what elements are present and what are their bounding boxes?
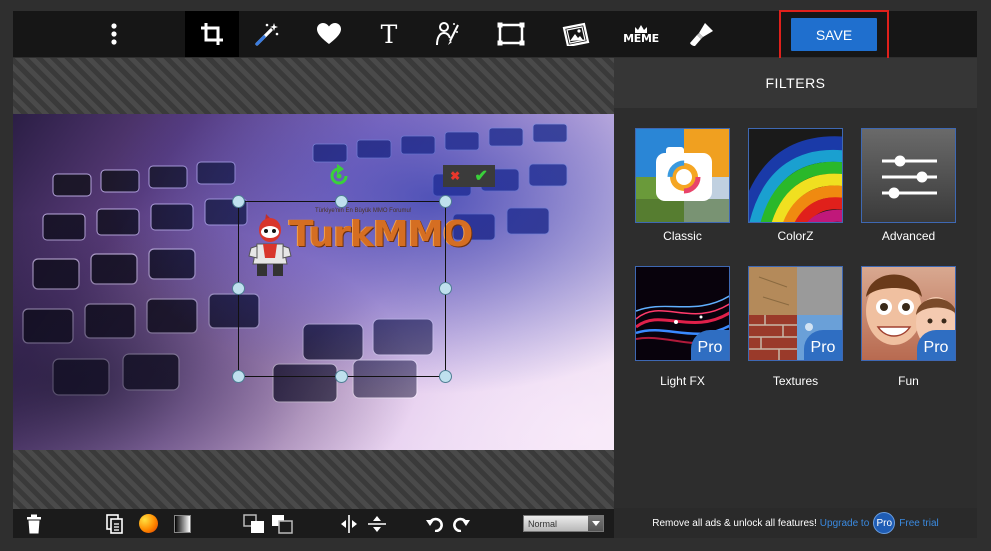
handle-top-left[interactable] [232, 195, 245, 208]
image-overlay-icon [562, 22, 590, 46]
delete-button[interactable] [25, 513, 43, 534]
filter-label-classic: Classic [663, 229, 702, 243]
undo-icon [426, 517, 443, 532]
free-trial-link[interactable]: Free trial [899, 518, 938, 529]
pro-badge: Pro [917, 330, 955, 360]
pro-badge: Pro [691, 330, 729, 360]
handle-middle-left[interactable] [232, 282, 245, 295]
handle-top-center[interactable] [335, 195, 348, 208]
meme-label: MEME [623, 32, 659, 45]
magic-tool-button[interactable] [240, 11, 294, 57]
handle-top-right[interactable] [439, 195, 452, 208]
crop-tool-button[interactable] [185, 11, 239, 57]
overlays-tool-button[interactable] [550, 11, 604, 57]
save-button[interactable]: SAVE [791, 18, 877, 51]
bring-front-icon [243, 513, 264, 533]
person-brush-icon [436, 22, 459, 46]
opacity-icon [173, 514, 191, 533]
vertical-dots-icon [111, 23, 117, 45]
meme-tool-button[interactable]: MEME [614, 11, 668, 57]
promo-text: Remove all ads & unlock all features! [652, 517, 817, 529]
filter-fun[interactable]: Pro [861, 266, 956, 361]
flip-vertical-button[interactable] [367, 513, 387, 534]
pro-badge: Pro [804, 330, 842, 360]
frame-icon [497, 22, 525, 46]
bring-front-button[interactable] [243, 513, 265, 534]
filter-classic[interactable] [635, 128, 730, 223]
blend-mode-select[interactable]: Normal [523, 515, 604, 532]
filter-colorz[interactable] [748, 128, 843, 223]
handle-bottom-right[interactable] [439, 370, 452, 383]
text-tool-button[interactable]: T [362, 11, 416, 57]
camera-icon [636, 129, 729, 222]
magic-wand-icon [255, 23, 279, 46]
cancel-icon[interactable]: ✖ [450, 169, 460, 183]
selection-actions: ✖ ✔ [443, 165, 495, 187]
handle-bottom-center[interactable] [335, 370, 348, 383]
filters-panel: FILTERS Classic ColorZ Advanced Pro Ligh… [614, 58, 977, 508]
duplicate-button[interactable] [105, 513, 125, 534]
upgrade-link[interactable]: Upgrade to [820, 518, 869, 529]
rotate-icon[interactable] [327, 164, 351, 188]
rainbow-swirl-icon [749, 136, 842, 222]
crop-icon [201, 23, 223, 45]
opacity-button[interactable] [172, 513, 192, 534]
send-back-icon [272, 514, 293, 534]
heart-icon [317, 23, 341, 44]
paint-brush-icon [690, 23, 713, 46]
meme-crown-icon: MEME [623, 24, 659, 44]
more-menu-button[interactable] [87, 11, 141, 57]
filter-advanced[interactable] [861, 128, 956, 223]
stickers-tool-button[interactable] [302, 11, 356, 57]
filter-label-textures: Textures [772, 374, 819, 388]
draw-tool-button[interactable] [421, 11, 475, 57]
trash-icon [27, 514, 41, 533]
send-back-button[interactable] [271, 513, 293, 534]
color-button[interactable] [137, 513, 159, 534]
confirm-icon[interactable]: ✔ [474, 166, 487, 186]
undo-button[interactable] [425, 513, 445, 534]
flip-horizontal-button[interactable] [339, 513, 359, 534]
pro-logo-icon[interactable]: Pro [873, 512, 896, 534]
save-highlight: SAVE [779, 10, 889, 61]
text-icon: T [380, 19, 398, 49]
filter-label-advanced: Advanced [881, 229, 936, 243]
crop-selection[interactable] [238, 201, 446, 377]
duplicate-icon [106, 513, 123, 534]
blend-mode-value: Normal [528, 518, 558, 529]
chevron-down-icon [588, 516, 603, 531]
handle-bottom-left[interactable] [232, 370, 245, 383]
frames-tool-button[interactable] [484, 11, 538, 57]
filter-label-colorz: ColorZ [777, 229, 814, 243]
upgrade-promo-bar: Remove all ads & unlock all features! Up… [614, 508, 977, 538]
flip-horizontal-icon [341, 514, 357, 533]
canvas-area[interactable]: Türkiye'nin En Büyük MMO Forumu! TurkMMO [13, 58, 614, 509]
retouch-tool-button[interactable] [675, 11, 729, 57]
filter-light-fx[interactable]: Pro [635, 266, 730, 361]
filter-label-light-fx: Light FX [660, 374, 705, 388]
filters-title: FILTERS [614, 58, 977, 108]
flip-vertical-icon [368, 515, 386, 532]
sliders-icon [882, 155, 937, 199]
redo-button[interactable] [451, 513, 471, 534]
filter-label-fun: Fun [898, 374, 919, 388]
color-icon [138, 514, 158, 533]
redo-icon [453, 517, 470, 532]
filter-textures[interactable]: Pro [748, 266, 843, 361]
photo-editor-app: T MEME SAVE Türkiye'nin En Büyük MMO For… [0, 0, 991, 551]
handle-middle-right[interactable] [439, 282, 452, 295]
bottom-toolbar: Normal [13, 509, 614, 538]
